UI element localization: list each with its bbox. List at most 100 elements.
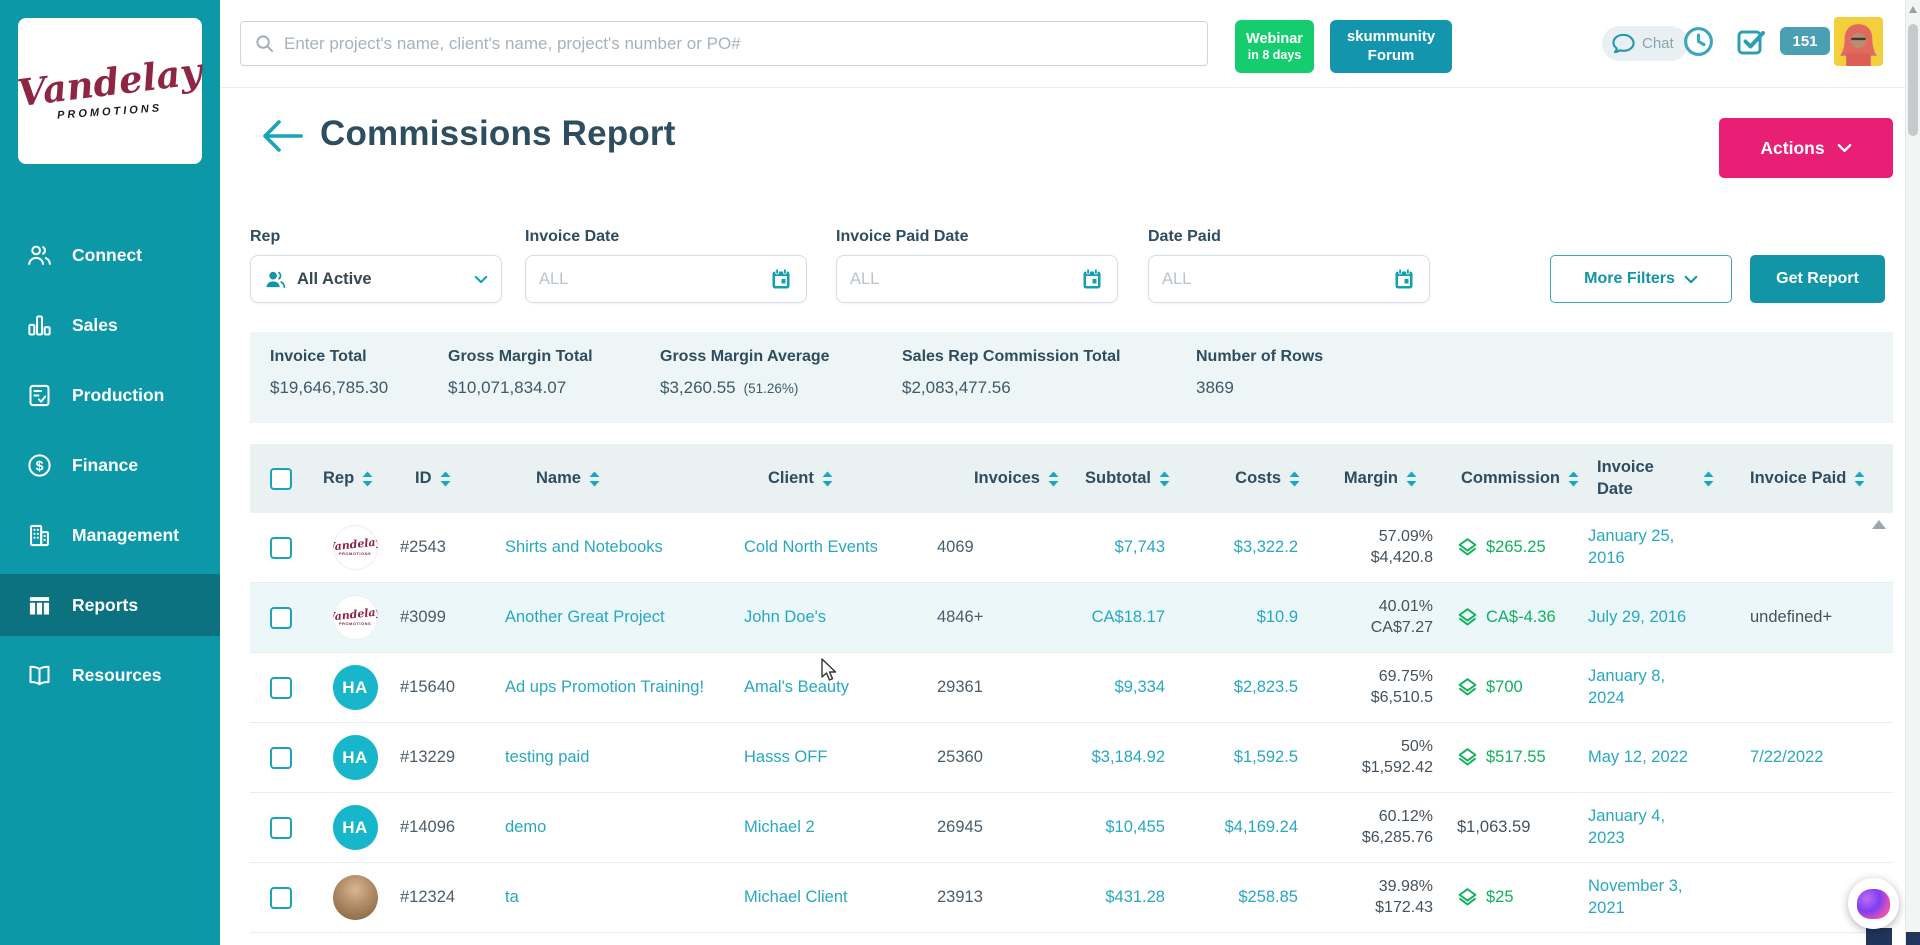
sidebar-item-label: Reports — [72, 595, 138, 616]
rep-avatar[interactable] — [333, 595, 378, 640]
project-name-link[interactable]: Another Great Project — [505, 608, 665, 627]
search-input[interactable] — [284, 34, 1207, 54]
costs-link[interactable]: $2,823.5 — [1234, 678, 1298, 697]
sidebar-item[interactable]: Production — [0, 364, 220, 426]
project-name-link[interactable]: Ad ups Promotion Training! — [505, 678, 704, 697]
user-avatar[interactable] — [1834, 17, 1883, 66]
chat-label: Chat — [1642, 35, 1674, 52]
client-link[interactable]: Michael 2 — [744, 818, 815, 837]
invoice-date-link[interactable]: January 4, 2023 — [1588, 806, 1700, 850]
back-button[interactable] — [260, 118, 306, 156]
tasks-check-icon[interactable] — [1736, 26, 1766, 56]
invoice-date-input[interactable]: ALL — [525, 255, 807, 303]
subtotal-link[interactable]: $10,455 — [1105, 818, 1165, 837]
invoice-paid-cell — [1740, 793, 1893, 862]
column-header-rep[interactable]: Rep — [310, 469, 400, 488]
scrollbar-up-arrow[interactable] — [1909, 6, 1917, 13]
webinar-button[interactable]: Webinar in 8 days — [1235, 20, 1314, 73]
column-header-subtotal[interactable]: Subtotal — [1065, 469, 1170, 488]
forum-button[interactable]: skummunity Forum — [1330, 20, 1452, 73]
subtotal-link[interactable]: CA$18.17 — [1092, 608, 1165, 627]
project-name-link[interactable]: ta — [505, 888, 519, 907]
date-paid-input[interactable]: ALL — [1148, 255, 1430, 303]
row-checkbox[interactable] — [270, 887, 292, 909]
subtotal-link[interactable]: $7,743 — [1115, 538, 1165, 557]
table-body: #2543 Shirts and Notebooks Cold North Ev… — [250, 513, 1893, 933]
costs-link[interactable]: $258.85 — [1238, 888, 1298, 907]
back-arrow-icon — [260, 118, 304, 154]
rep-avatar[interactable] — [333, 525, 378, 570]
client-link[interactable]: Hasss OFF — [744, 748, 827, 767]
table-header: Rep ID Name Client Invoices Subtotal Cos… — [250, 444, 1893, 513]
row-select-cell — [250, 863, 310, 932]
more-filters-label: More Filters — [1584, 270, 1675, 288]
more-filters-button[interactable]: More Filters — [1550, 255, 1732, 303]
summary-label: Gross Margin Total — [448, 348, 593, 366]
client-link[interactable]: Michael Client — [744, 888, 848, 907]
get-report-button[interactable]: Get Report — [1750, 255, 1885, 303]
invoice-date-link[interactable]: July 29, 2016 — [1588, 607, 1686, 629]
rep-cell: HA — [310, 723, 400, 792]
filter-invoice-date-label: Invoice Date — [525, 228, 807, 246]
rep-avatar[interactable]: HA — [333, 805, 378, 850]
sort-icon — [589, 471, 600, 487]
row-checkbox[interactable] — [270, 677, 292, 699]
table-scroll-up-arrow[interactable] — [1872, 520, 1886, 529]
row-checkbox[interactable] — [270, 537, 292, 559]
row-checkbox[interactable] — [270, 747, 292, 769]
client-link[interactable]: John Doe's — [744, 608, 826, 627]
invoice-date-link[interactable]: November 3, 2021 — [1588, 876, 1700, 920]
sidebar-item[interactable]: Resources — [0, 644, 220, 706]
rep-avatar[interactable]: HA — [333, 735, 378, 780]
column-header-name[interactable]: Name — [500, 469, 740, 488]
invoice-date-cell: January 4, 2023 — [1580, 793, 1740, 862]
subtotal-link[interactable]: $9,334 — [1115, 678, 1165, 697]
client-link[interactable]: Amal's Beauty — [744, 678, 849, 697]
project-name-link[interactable]: Shirts and Notebooks — [505, 538, 663, 557]
column-header-invoice-date[interactable]: Invoice Date — [1580, 457, 1740, 500]
sidebar-item[interactable]: Reports — [0, 574, 220, 636]
table-row: #12324 ta Michael Client 23913 $431.28 $… — [250, 863, 1893, 933]
costs-link[interactable]: $1,592.5 — [1234, 748, 1298, 767]
summary-label: Invoice Total — [270, 348, 367, 366]
summary-label: Number of Rows — [1196, 348, 1323, 366]
sidebar-item[interactable]: Finance — [0, 434, 220, 496]
invoice-paid-date-input[interactable]: ALL — [836, 255, 1118, 303]
sidebar-item[interactable]: Sales — [0, 294, 220, 356]
invoice-date-link[interactable]: January 25, 2016 — [1588, 526, 1700, 570]
rep-avatar[interactable] — [333, 875, 378, 920]
window-scrollbar[interactable] — [1905, 0, 1920, 945]
row-checkbox[interactable] — [270, 817, 292, 839]
costs-link[interactable]: $4,169.24 — [1225, 818, 1298, 837]
sidebar-item[interactable]: Management — [0, 504, 220, 566]
costs-link[interactable]: $3,322.2 — [1234, 538, 1298, 557]
scrollbar-thumb[interactable] — [1908, 24, 1918, 136]
select-all-checkbox[interactable] — [270, 468, 292, 490]
invoice-date-link[interactable]: May 12, 2022 — [1588, 747, 1688, 769]
subtotal-link[interactable]: $431.28 — [1105, 888, 1165, 907]
assistant-button[interactable] — [1848, 878, 1899, 929]
rep-avatar[interactable]: HA — [333, 665, 378, 710]
actions-button[interactable]: Actions — [1719, 118, 1893, 178]
table-scroll-down-thumb[interactable] — [1866, 928, 1892, 945]
invoice-date-link[interactable]: January 8, 2024 — [1588, 666, 1700, 710]
row-checkbox[interactable] — [270, 607, 292, 629]
column-header-id[interactable]: ID — [400, 469, 500, 488]
column-header-client[interactable]: Client — [740, 469, 935, 488]
project-name-link[interactable]: testing paid — [505, 748, 589, 767]
column-header-invoices[interactable]: Invoices — [935, 469, 1065, 488]
column-header-commission[interactable]: Commission — [1445, 469, 1580, 488]
clock-icon[interactable] — [1682, 25, 1715, 58]
client-link[interactable]: Cold North Events — [744, 538, 878, 557]
column-header-invoice-paid[interactable]: Invoice Paid — [1740, 469, 1893, 488]
rep-avatar-initials: HA — [342, 678, 368, 698]
company-logo: Vandelay PROMOTIONS — [18, 18, 202, 164]
subtotal-link[interactable]: $3,184.92 — [1092, 748, 1165, 767]
chat-button[interactable]: Chat — [1602, 26, 1688, 61]
project-name-link[interactable]: demo — [505, 818, 546, 837]
rep-select[interactable]: All Active — [250, 255, 502, 303]
sidebar-item[interactable]: Connect — [0, 224, 220, 286]
costs-link[interactable]: $10.9 — [1257, 608, 1298, 627]
column-header-margin[interactable]: Margin — [1300, 469, 1445, 488]
column-header-costs[interactable]: Costs — [1170, 469, 1300, 488]
